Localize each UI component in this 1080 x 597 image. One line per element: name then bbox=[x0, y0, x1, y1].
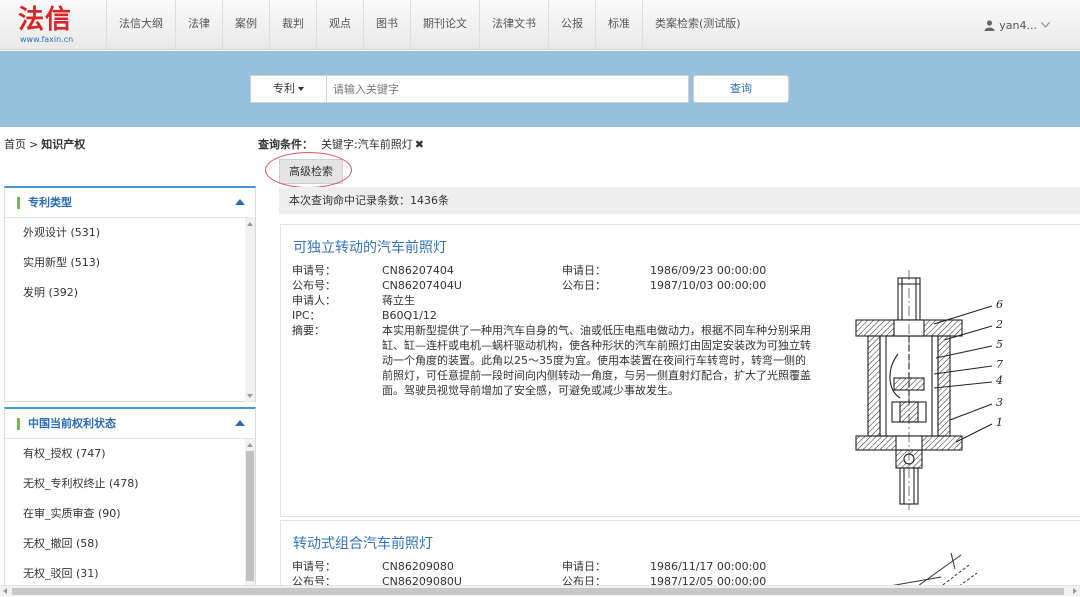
facet-list: 有权_授权 (747) 无权_专利权终止 (478) 在审_实质审查 (90) … bbox=[5, 439, 255, 589]
breadcrumb-separator: > bbox=[29, 138, 39, 151]
nav-item-similar-case-search[interactable]: 类案检索(测试版) bbox=[642, 0, 753, 50]
top-navbar: 法信 www.faxin.cn 法信大纲 法律 案例 裁判 观点 图书 期刊论文… bbox=[0, 0, 1080, 50]
ipc-label: IPC： bbox=[292, 309, 321, 322]
faxin-logo[interactable]: 法信 www.faxin.cn bbox=[18, 4, 80, 46]
pub-date-label: 公布日： bbox=[562, 279, 606, 292]
applicant-value: 蒋立生 bbox=[382, 294, 415, 307]
caret-down-icon bbox=[298, 87, 304, 91]
user-icon bbox=[984, 19, 995, 31]
applicant-label: 申请人： bbox=[292, 294, 336, 307]
facet-item[interactable]: 发明 (392) bbox=[5, 278, 255, 308]
scroll-up-icon[interactable] bbox=[247, 222, 253, 226]
app-no-label: 申请号： bbox=[292, 264, 336, 277]
scroll-thumb[interactable] bbox=[246, 451, 254, 581]
logo-url: www.faxin.cn bbox=[20, 35, 74, 44]
user-menu[interactable]: yan4... bbox=[984, 0, 1050, 50]
query-keyword: 关键字:汽车前照灯 bbox=[321, 138, 413, 151]
app-no-value: CN86209080 bbox=[382, 560, 454, 573]
collapse-icon[interactable] bbox=[235, 420, 245, 426]
nav-item-opinions[interactable]: 观点 bbox=[316, 0, 363, 50]
figure-label: 3 bbox=[996, 396, 1003, 409]
advanced-search-button[interactable]: 高级检索 bbox=[279, 159, 343, 184]
user-name: yan4... bbox=[999, 18, 1037, 32]
breadcrumb: 首页 > 知识产权 bbox=[4, 136, 85, 152]
app-date-value: 1986/09/23 00:00:00 bbox=[650, 264, 767, 277]
facet-item[interactable]: 实用新型 (513) bbox=[5, 248, 255, 278]
search-input[interactable] bbox=[326, 75, 689, 103]
facet-header[interactable]: 中国当前权利状态 bbox=[5, 409, 255, 439]
figure-label: 2 bbox=[995, 318, 1003, 331]
result-title[interactable]: 可独立转动的汽车前照灯 bbox=[293, 237, 447, 257]
app-date-value: 1986/11/17 00:00:00 bbox=[650, 560, 767, 573]
nav-item-journals[interactable]: 期刊论文 bbox=[410, 0, 479, 50]
facet-scrollbar[interactable] bbox=[245, 218, 255, 402]
figure-label: 6 bbox=[996, 298, 1003, 311]
facet-panel-patent-type: 专利类型 外观设计 (531) 实用新型 (513) 发明 (392) bbox=[4, 186, 256, 402]
facet-panel-right-status: 中国当前权利状态 有权_授权 (747) 无权_专利权终止 (478) 在审_实… bbox=[4, 407, 256, 589]
result-card: 可独立转动的汽车前照灯 申请号： CN86207404 申请日： 1986/09… bbox=[280, 224, 1080, 517]
facet-scrollbar[interactable] bbox=[245, 439, 255, 589]
abstract-text: 本实用新型提供了一种用汽车自身的气、油或低压电瓶电做动力，根据不同车种分别采用缸… bbox=[382, 324, 811, 397]
app-date-label: 申请日： bbox=[562, 560, 606, 573]
facet-header[interactable]: 专利类型 bbox=[5, 188, 255, 218]
figure-label: 7 bbox=[996, 358, 1003, 371]
app-no-value: CN86207404 bbox=[382, 264, 454, 277]
figure-label: 1 bbox=[996, 416, 1003, 429]
search-type-dropdown[interactable]: 专利 bbox=[250, 75, 326, 103]
nav-item-legal-docs[interactable]: 法律文书 bbox=[479, 0, 548, 50]
search-type-label: 专利 bbox=[273, 82, 295, 95]
search-button[interactable]: 查询 bbox=[693, 75, 789, 103]
ipc-value: B60Q1/12 bbox=[382, 309, 437, 322]
pub-no-value: CN86207404U bbox=[382, 279, 462, 292]
figure-label: 5 bbox=[996, 338, 1003, 351]
facet-item[interactable]: 外观设计 (531) bbox=[5, 218, 255, 248]
facet-item[interactable]: 无权_专利权终止 (478) bbox=[5, 469, 255, 499]
facet-marker bbox=[17, 197, 20, 209]
nav-item-cases[interactable]: 案例 bbox=[222, 0, 269, 50]
query-conditions: 查询条件： 关键字:汽车前照灯 ✖ bbox=[258, 136, 424, 152]
remove-keyword-icon[interactable]: ✖ bbox=[415, 138, 424, 151]
scroll-up-icon[interactable] bbox=[247, 443, 253, 447]
scroll-down-icon[interactable] bbox=[247, 394, 253, 398]
breadcrumb-home[interactable]: 首页 bbox=[4, 138, 26, 151]
pub-no-label: 公布号： bbox=[292, 279, 336, 292]
nav-item-law[interactable]: 法律 bbox=[175, 0, 222, 50]
collapse-icon[interactable] bbox=[235, 199, 245, 205]
facet-title: 专利类型 bbox=[28, 196, 72, 209]
chevron-down-icon bbox=[1041, 22, 1050, 28]
facet-item[interactable]: 无权_撤回 (58) bbox=[5, 529, 255, 559]
patent-drawing: 6 2 5 7 4 3 1 bbox=[855, 270, 1003, 510]
facet-title: 中国当前权利状态 bbox=[28, 417, 116, 430]
horizontal-scrollbar[interactable] bbox=[0, 585, 1080, 596]
breadcrumb-current: 知识产权 bbox=[41, 138, 86, 151]
nav-item-judgments[interactable]: 裁判 bbox=[269, 0, 316, 50]
figure-label: 4 bbox=[995, 374, 1003, 387]
nav-item-gazette[interactable]: 公报 bbox=[548, 0, 595, 50]
pub-date-value: 1987/10/03 00:00:00 bbox=[650, 279, 767, 292]
app-date-label: 申请日： bbox=[562, 264, 606, 277]
scroll-thumb[interactable] bbox=[12, 588, 1064, 595]
facet-item[interactable]: 有权_授权 (747) bbox=[5, 439, 255, 469]
facet-item[interactable]: 在审_实质审查 (90) bbox=[5, 499, 255, 529]
main-nav: 法信大纲 法律 案例 裁判 观点 图书 期刊论文 法律文书 公报 标准 类案检索… bbox=[106, 0, 753, 50]
app-no-label: 申请号： bbox=[292, 560, 336, 573]
scroll-right-icon[interactable] bbox=[1073, 588, 1077, 594]
nav-item-books[interactable]: 图书 bbox=[363, 0, 410, 50]
logo-text: 法信 bbox=[18, 5, 73, 35]
result-title[interactable]: 转动式组合汽车前照灯 bbox=[293, 533, 433, 553]
nav-item-outline[interactable]: 法信大纲 bbox=[106, 0, 175, 50]
query-label: 查询条件： bbox=[258, 138, 313, 151]
nav-item-standards[interactable]: 标准 bbox=[595, 0, 642, 50]
facet-marker bbox=[17, 418, 20, 430]
result-count: 本次查询命中记录条数：1436条 bbox=[279, 187, 1080, 214]
facet-list: 外观设计 (531) 实用新型 (513) 发明 (392) bbox=[5, 218, 255, 308]
scroll-left-icon[interactable] bbox=[3, 588, 7, 594]
abstract-label: 摘要： bbox=[292, 324, 325, 337]
